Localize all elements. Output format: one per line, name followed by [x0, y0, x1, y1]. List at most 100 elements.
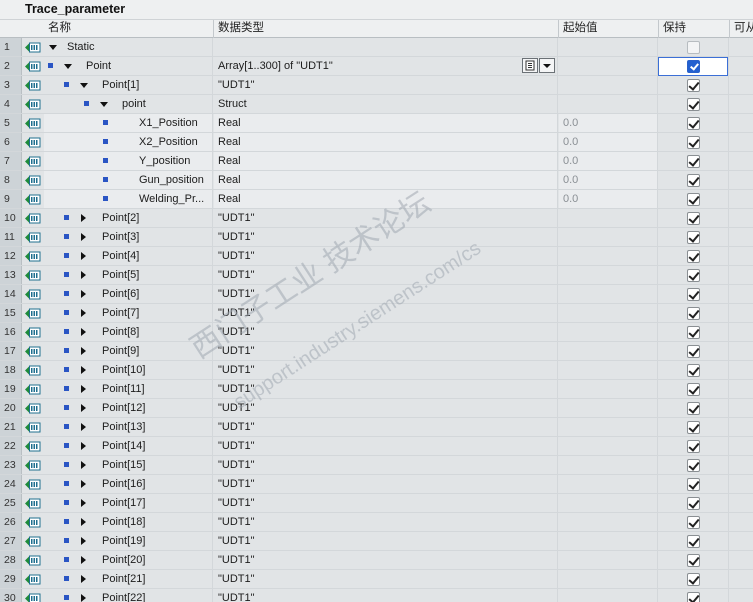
- name-cell[interactable]: Point[15]: [44, 456, 213, 474]
- retain-cell[interactable]: [659, 437, 729, 455]
- retain-checkbox[interactable]: [687, 554, 700, 567]
- row-number[interactable]: 17: [0, 342, 22, 360]
- table-row[interactable]: 10 Point[2] "UDT1": [0, 209, 753, 228]
- retain-checkbox[interactable]: [687, 440, 700, 453]
- retain-cell[interactable]: [659, 190, 729, 208]
- row-number[interactable]: 12: [0, 247, 22, 265]
- start-value-cell[interactable]: [559, 494, 658, 512]
- expand-right-icon[interactable]: [81, 347, 86, 355]
- column-header-retain[interactable]: 保持: [659, 20, 730, 38]
- table-row[interactable]: 16 Point[8] "UDT1": [0, 323, 753, 342]
- start-value-cell[interactable]: [559, 570, 658, 588]
- row-number[interactable]: 24: [0, 475, 22, 493]
- name-cell[interactable]: Point[14]: [44, 437, 213, 455]
- table-row[interactable]: 23 Point[15] "UDT1": [0, 456, 753, 475]
- table-row[interactable]: 3 Point[1] "UDT1": [0, 76, 753, 95]
- name-cell[interactable]: Point[5]: [44, 266, 213, 284]
- accessible-cell[interactable]: [730, 285, 753, 303]
- accessible-cell[interactable]: [730, 133, 753, 151]
- name-cell[interactable]: Point[19]: [44, 532, 213, 550]
- start-value-cell[interactable]: [559, 95, 658, 113]
- table-row[interactable]: 22 Point[14] "UDT1": [0, 437, 753, 456]
- retain-checkbox[interactable]: [687, 136, 700, 149]
- table-row[interactable]: 8 Gun_position Real 0.0: [0, 171, 753, 190]
- expand-right-icon[interactable]: [81, 404, 86, 412]
- start-value-cell[interactable]: [559, 38, 658, 56]
- retain-checkbox[interactable]: [687, 231, 700, 244]
- row-number[interactable]: 6: [0, 133, 22, 151]
- retain-checkbox[interactable]: [687, 516, 700, 529]
- data-type-cell[interactable]: "UDT1": [214, 513, 558, 531]
- data-type-cell[interactable]: Real: [214, 114, 558, 132]
- row-number[interactable]: 23: [0, 456, 22, 474]
- name-cell[interactable]: Point[1]: [44, 76, 213, 94]
- retain-cell[interactable]: [659, 228, 729, 246]
- expand-down-icon[interactable]: [80, 83, 88, 88]
- row-number[interactable]: 14: [0, 285, 22, 303]
- accessible-cell[interactable]: [730, 171, 753, 189]
- retain-checkbox[interactable]: [687, 326, 700, 339]
- expand-right-icon[interactable]: [81, 518, 86, 526]
- accessible-cell[interactable]: [730, 228, 753, 246]
- accessible-cell[interactable]: [730, 323, 753, 341]
- retain-checkbox[interactable]: [687, 193, 700, 206]
- start-value-cell[interactable]: [559, 532, 658, 550]
- data-type-cell[interactable]: "UDT1": [214, 209, 558, 227]
- row-number[interactable]: 2: [0, 57, 22, 75]
- data-type-cell[interactable]: "UDT1": [214, 494, 558, 512]
- table-row[interactable]: 26 Point[18] "UDT1": [0, 513, 753, 532]
- table-row[interactable]: 5 X1_Position Real 0.0: [0, 114, 753, 133]
- start-value-cell[interactable]: [559, 513, 658, 531]
- start-value-cell[interactable]: 0.0: [559, 133, 658, 151]
- retain-cell[interactable]: [659, 361, 729, 379]
- retain-checkbox[interactable]: [687, 383, 700, 396]
- retain-cell[interactable]: [659, 247, 729, 265]
- start-value-cell[interactable]: [559, 209, 658, 227]
- accessible-cell[interactable]: [730, 38, 753, 56]
- data-type-cell[interactable]: [214, 38, 558, 56]
- name-cell[interactable]: Y_position: [44, 152, 213, 170]
- retain-checkbox[interactable]: [687, 174, 700, 187]
- name-cell[interactable]: X2_Position: [44, 133, 213, 151]
- row-number[interactable]: 18: [0, 361, 22, 379]
- retain-checkbox[interactable]: [687, 117, 700, 130]
- accessible-cell[interactable]: [730, 513, 753, 531]
- accessible-cell[interactable]: [730, 418, 753, 436]
- retain-cell[interactable]: [659, 380, 729, 398]
- row-number[interactable]: 29: [0, 570, 22, 588]
- expand-right-icon[interactable]: [81, 499, 86, 507]
- data-type-cell[interactable]: "UDT1": [214, 399, 558, 417]
- name-cell[interactable]: Point[17]: [44, 494, 213, 512]
- column-header-data-type[interactable]: 数据类型: [214, 20, 559, 38]
- name-cell[interactable]: Point[6]: [44, 285, 213, 303]
- table-row[interactable]: 25 Point[17] "UDT1": [0, 494, 753, 513]
- expand-right-icon[interactable]: [81, 575, 86, 583]
- name-cell[interactable]: Point[4]: [44, 247, 213, 265]
- retain-checkbox[interactable]: [687, 212, 700, 225]
- name-cell[interactable]: Point[21]: [44, 570, 213, 588]
- retain-cell[interactable]: [659, 551, 729, 569]
- column-header-name[interactable]: 名称: [44, 20, 214, 38]
- accessible-cell[interactable]: [730, 76, 753, 94]
- column-header-accessible[interactable]: 可从: [730, 20, 753, 38]
- retain-cell[interactable]: [659, 399, 729, 417]
- expand-right-icon[interactable]: [81, 290, 86, 298]
- row-number[interactable]: 8: [0, 171, 22, 189]
- table-row[interactable]: 4 point Struct: [0, 95, 753, 114]
- expand-right-icon[interactable]: [81, 271, 86, 279]
- data-type-cell[interactable]: "UDT1": [214, 228, 558, 246]
- start-value-cell[interactable]: [559, 266, 658, 284]
- start-value-cell[interactable]: [559, 228, 658, 246]
- data-type-cell[interactable]: Struct: [214, 95, 558, 113]
- data-type-cell[interactable]: "UDT1": [214, 323, 558, 341]
- start-value-cell[interactable]: [559, 247, 658, 265]
- row-number[interactable]: 19: [0, 380, 22, 398]
- retain-cell[interactable]: [659, 513, 729, 531]
- retain-checkbox[interactable]: [687, 459, 700, 472]
- start-value-cell[interactable]: [559, 589, 658, 602]
- row-number[interactable]: 27: [0, 532, 22, 550]
- name-cell[interactable]: Point[20]: [44, 551, 213, 569]
- name-cell[interactable]: Point[2]: [44, 209, 213, 227]
- accessible-cell[interactable]: [730, 399, 753, 417]
- start-value-cell[interactable]: [559, 57, 658, 75]
